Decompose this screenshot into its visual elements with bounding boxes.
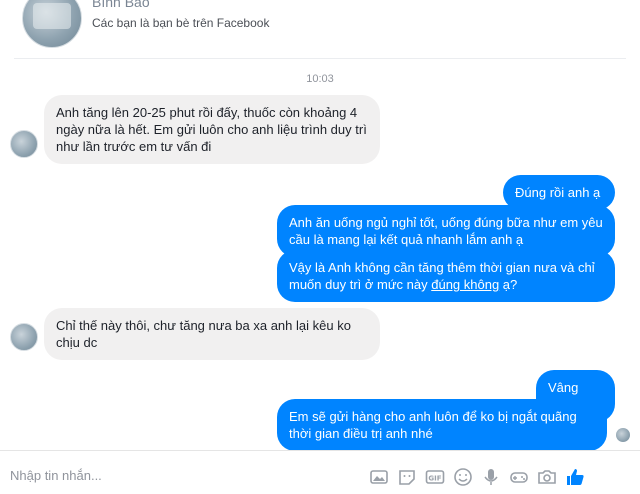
contact-avatar[interactable] [22,0,82,48]
message-text: Anh tăng lên 20-25 phut rồi đấy, thuốc c… [56,105,367,154]
message-input[interactable]: Nhập tin nhắn... [10,468,102,483]
message-text: Đúng rồi anh ạ [515,185,601,200]
game-icon[interactable] [508,466,530,488]
emoji-icon[interactable] [452,466,474,488]
microphone-icon[interactable] [480,466,502,488]
camera-icon[interactable] [536,466,558,488]
message-text: Chỉ thế này thôi, chư tăng nưa ba xa anh… [56,318,351,350]
image-icon[interactable] [368,466,390,488]
conversation-header: Bình Bảo Các bạn là bạn bè trên Facebook [0,0,640,60]
contact-name[interactable]: Bình Bảo [92,0,150,10]
sticker-icon[interactable] [396,466,418,488]
message-text-end: ạ? [499,277,518,292]
outgoing-message[interactable]: Em sẽ gửi hàng cho anh luôn để ko bị ngắ… [277,399,607,451]
sender-avatar[interactable] [10,323,38,351]
incoming-message[interactable]: Chỉ thế này thôi, chư tăng nưa ba xa anh… [44,308,380,360]
svg-text:GIF: GIF [428,475,441,483]
header-divider [14,58,626,59]
seen-receipt-avatar [616,428,630,442]
message-text: Anh ăn uống ngủ nghỉ tốt, uống đúng bữa … [289,215,603,247]
message-timestamp: 10:03 [306,73,334,85]
composer-divider [0,450,640,451]
gif-icon[interactable]: GIF [424,466,446,488]
outgoing-message[interactable]: Vậy là Anh không cần tăng thêm thời gian… [277,250,615,302]
message-link[interactable]: đúng không [431,277,499,292]
incoming-message[interactable]: Anh tăng lên 20-25 phut rồi đấy, thuốc c… [44,95,380,164]
sender-avatar[interactable] [10,130,38,158]
composer-toolbar: GIF [368,466,586,488]
like-icon[interactable] [564,466,586,488]
friendship-status: Các bạn là bạn bè trên Facebook [92,16,270,30]
message-text: Em sẽ gửi hàng cho anh luôn để ko bị ngắ… [289,409,577,441]
